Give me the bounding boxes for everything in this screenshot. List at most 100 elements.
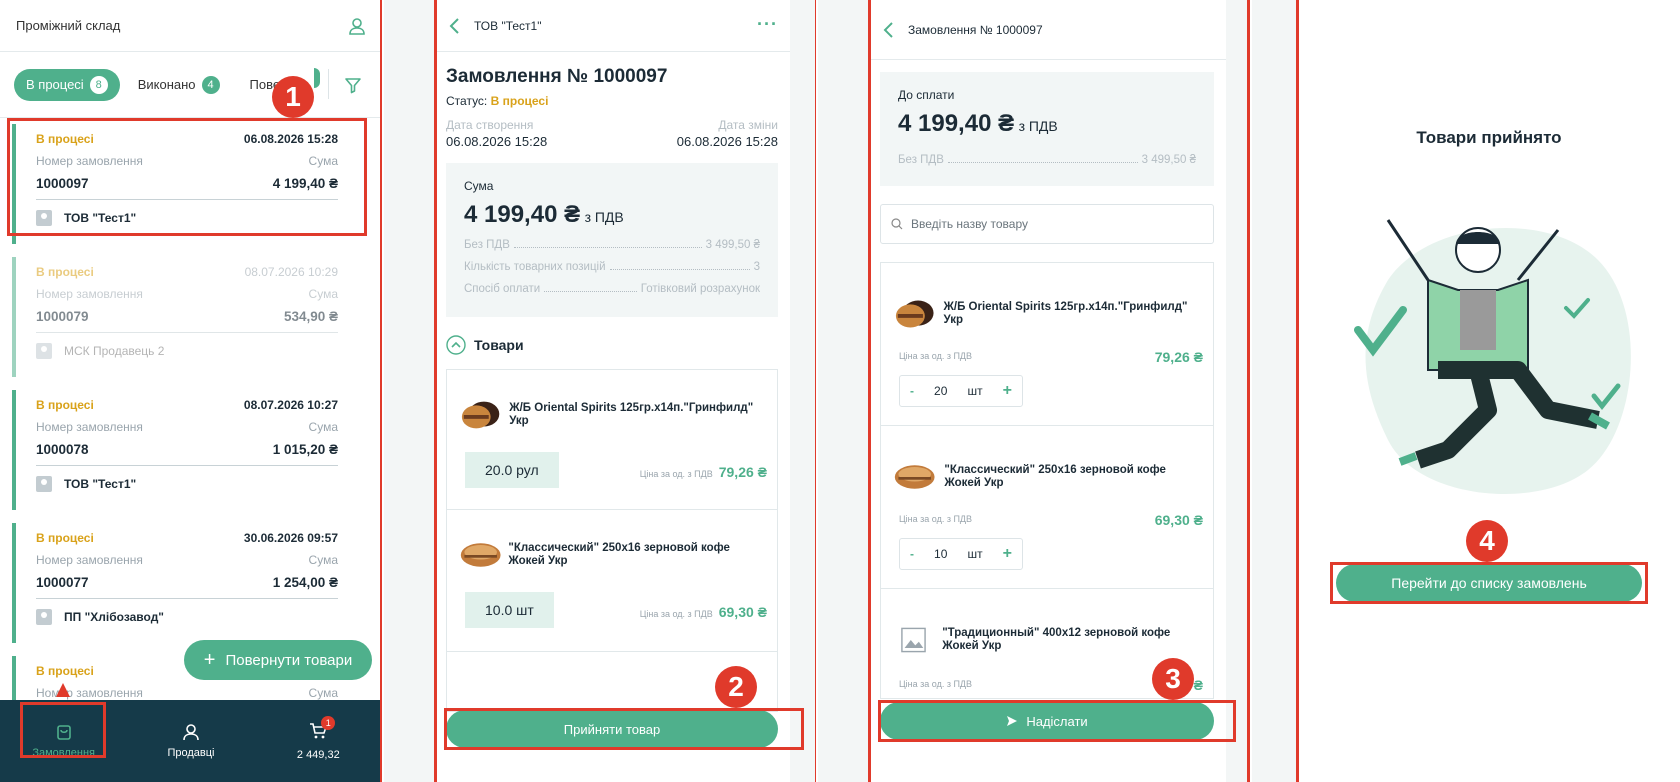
header-title: ТОВ "Тест1" bbox=[474, 18, 542, 33]
arrow-up-icon bbox=[56, 683, 70, 697]
pay-box: До сплати 4 199,40 ₴ з ПДВ Без ПДВ 3 499,… bbox=[880, 72, 1214, 186]
order-card[interactable]: В процесі 30.06.2026 09:57 Номер замовлен… bbox=[12, 523, 358, 643]
status-label: Статус: bbox=[446, 94, 488, 108]
accept-goods-label: Прийняти товар bbox=[563, 721, 661, 737]
order-number-label: Номер замовлення bbox=[36, 686, 143, 700]
order-number-label: Номер замовлення bbox=[36, 287, 143, 301]
price-label: Ціна за од. з ПДВ bbox=[899, 514, 973, 524]
order-card[interactable]: В процесі 08.07.2026 10:27 Номер замовлен… bbox=[12, 390, 358, 510]
sum-value: 4 199,40 ₴ bbox=[464, 201, 581, 228]
divider bbox=[328, 69, 329, 99]
success-screen: Товари прийнято Перейти до списку замовл… bbox=[1252, 0, 1680, 782]
product-image-icon bbox=[461, 401, 500, 429]
plus-icon[interactable]: + bbox=[1003, 382, 1012, 400]
order-number: 1000097 bbox=[36, 176, 89, 191]
back-arrow-icon[interactable] bbox=[448, 17, 460, 35]
minus-icon[interactable]: - bbox=[910, 384, 914, 398]
product-name: "Классический" 250х16 зерновой кофе Жоке… bbox=[944, 463, 1166, 489]
more-options-icon[interactable]: ··· bbox=[757, 14, 778, 35]
nav-orders[interactable]: Замовлення bbox=[19, 723, 109, 759]
shopping-bag-icon bbox=[56, 725, 71, 740]
send-button[interactable]: Надіслати bbox=[880, 702, 1214, 740]
header-title: Замовлення № 1000097 bbox=[908, 22, 1043, 37]
send-label: Надіслати bbox=[1026, 713, 1088, 729]
tab-count: 8 bbox=[89, 75, 108, 94]
order-status: В процесі bbox=[36, 664, 94, 678]
order-title: Замовлення № 1000097 bbox=[446, 66, 668, 87]
product-name: Ж/Б Oriental Spirits 125гр.х14п."Гринфил… bbox=[943, 300, 1188, 326]
return-goods-button[interactable]: + Повернути товари bbox=[184, 640, 372, 680]
product-search-input[interactable]: Введіть назву товару bbox=[880, 204, 1214, 244]
sum-label: Сума bbox=[464, 179, 494, 193]
qty-value: 20 bbox=[934, 384, 948, 398]
order-sum-label: Сума bbox=[308, 553, 338, 567]
product-card[interactable]: Ж/Б Oriental Spirits 125гр.х14п."Гринфил… bbox=[880, 263, 1214, 426]
celebrating-man-illustration bbox=[1354, 219, 1631, 495]
filter-icon[interactable] bbox=[344, 76, 362, 94]
order-number-label: Номер замовлення bbox=[36, 420, 143, 434]
plus-icon[interactable]: + bbox=[1003, 545, 1012, 563]
product-price: 69,30 ₴ bbox=[1154, 512, 1203, 528]
changed-label: Дата зміни bbox=[718, 118, 778, 132]
product-price: 79,26 ₴ bbox=[1154, 349, 1203, 365]
minus-icon[interactable]: - bbox=[910, 547, 914, 561]
summary-row: Кількість товарних позицій 3 bbox=[464, 261, 760, 273]
order-sum-label: Сума bbox=[308, 686, 338, 700]
product-name: Ж/Б Oriental Spirits 125гр.х14п."Гринфил… bbox=[509, 401, 754, 427]
order-number: 1000077 bbox=[36, 575, 89, 590]
order-number-label: Номер замовлення bbox=[36, 154, 143, 168]
nav-sellers[interactable]: Продавці bbox=[146, 723, 236, 759]
order-seller: ТОВ "Тест1" bbox=[64, 211, 137, 225]
send-icon bbox=[1007, 716, 1018, 726]
order-date: 06.08.2026 15:28 bbox=[243, 132, 338, 146]
created-date: 06.08.2026 15:28 bbox=[446, 134, 548, 149]
screen-header: ТОВ "Тест1" ··· bbox=[434, 0, 790, 52]
product-image-icon bbox=[460, 543, 501, 567]
product-name: "Классический" 250х16 зерновой кофе Жоке… bbox=[508, 541, 730, 567]
quantity-stepper[interactable]: - 10 шт + bbox=[899, 538, 1023, 570]
order-status-line: Статус: В процесі bbox=[446, 94, 778, 108]
pay-label: До сплати bbox=[898, 88, 955, 102]
product-list: Ж/Б Oriental Spirits 125гр.х14п."Гринфил… bbox=[446, 369, 778, 712]
annotation-border bbox=[1247, 0, 1250, 782]
nav-orders-label: Замовлення bbox=[32, 747, 95, 759]
price-label: Ціна за од. з ПДВ bbox=[899, 351, 973, 361]
nav-cart[interactable]: 1 2 449,32 bbox=[273, 715, 363, 761]
tab-label: В процесі bbox=[26, 77, 84, 92]
product-qty: 20.0 рул bbox=[465, 452, 559, 488]
image-placeholder-icon bbox=[901, 627, 926, 653]
tab-done[interactable]: Виконано 4 bbox=[126, 69, 232, 101]
product-card[interactable]: "Классический" 250х16 зерновой кофе Жоке… bbox=[880, 426, 1214, 589]
go-to-orders-label: Перейти до списку замовлень bbox=[1391, 575, 1587, 591]
summary-row: Спосіб оплати Готівковий розрахунок bbox=[464, 283, 760, 295]
order-details-screen: ТОВ "Тест1" ··· Замовлення № 1000097 Ста… bbox=[384, 0, 816, 782]
order-seller: ТОВ "Тест1" bbox=[64, 477, 137, 491]
product-card[interactable]: "Классический" 250х16 зерновой кофе Жоке… bbox=[446, 510, 778, 652]
qty-unit: шт bbox=[967, 384, 983, 398]
order-card[interactable]: В процесі 06.08.2026 15:28 Номер замовлен… bbox=[12, 124, 358, 244]
quantity-stepper[interactable]: - 20 шт + bbox=[899, 375, 1023, 407]
nav-sellers-label: Продавці bbox=[167, 747, 215, 759]
step-marker: 2 bbox=[715, 666, 757, 708]
seller-avatar-icon bbox=[36, 609, 52, 625]
accept-goods-button[interactable]: Прийняти товар bbox=[446, 710, 778, 748]
dates-labels: Дата створення Дата зміни bbox=[446, 118, 778, 132]
order-card[interactable]: В процесі 08.07.2026 10:29 Номер замовлен… bbox=[12, 257, 358, 377]
goods-toggle[interactable]: Товари bbox=[434, 335, 790, 355]
row-value: Готівковий розрахунок bbox=[640, 283, 760, 295]
row-label: Без ПДВ bbox=[898, 154, 944, 166]
tab-in-progress[interactable]: В процесі 8 bbox=[14, 68, 120, 101]
row-value: 3 499,50 ₴ bbox=[1141, 154, 1196, 166]
sum-value: 4 199,40 ₴ bbox=[898, 110, 1015, 137]
product-card[interactable]: Ж/Б Oriental Spirits 125гр.х14п."Гринфил… bbox=[446, 370, 778, 510]
order-confirm-screen: Замовлення № 1000097 До сплати 4 199,40 … bbox=[818, 0, 1250, 782]
order-status: В процесі bbox=[36, 265, 94, 279]
order-date: 08.07.2026 10:27 bbox=[243, 398, 338, 412]
screen-header: Замовлення № 1000097 bbox=[868, 0, 1226, 60]
warehouse-title: Проміжний склад bbox=[16, 18, 121, 33]
back-arrow-icon[interactable] bbox=[882, 21, 894, 39]
order-number-label: Номер замовлення bbox=[36, 553, 143, 567]
row-label: Спосіб оплати bbox=[464, 283, 541, 295]
user-icon[interactable] bbox=[348, 17, 366, 35]
go-to-orders-button[interactable]: Перейти до списку замовлень bbox=[1336, 564, 1642, 602]
